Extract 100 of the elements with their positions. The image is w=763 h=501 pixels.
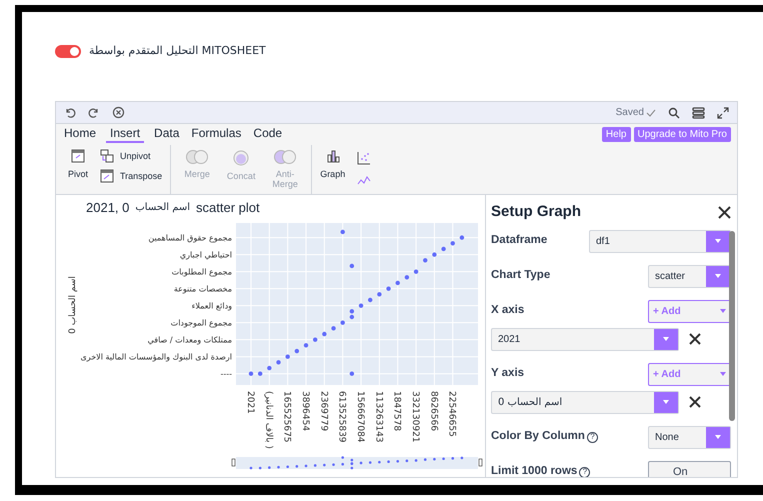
field-label: X axis	[491, 303, 524, 318]
data-point	[350, 372, 354, 376]
axis-tick-label: 332130921	[410, 391, 420, 443]
slider-handle	[232, 458, 236, 466]
axis-tick-label: مجموع المطلوبات	[172, 268, 232, 277]
data-point	[331, 326, 336, 331]
axis-tick-label: 22546655	[446, 391, 457, 437]
data-point	[387, 460, 390, 463]
concat-icon	[233, 149, 250, 167]
select-field[interactable]: 2021	[491, 328, 679, 350]
bar-chart-icon	[326, 149, 340, 163]
transpose-icon	[100, 169, 114, 183]
axis-tick-label: احتياطي اجباري	[180, 250, 232, 260]
data-point	[267, 366, 272, 370]
menu-tab[interactable]: Data	[152, 126, 182, 143]
toggle-switch[interactable]	[55, 44, 81, 58]
data-point	[304, 343, 308, 348]
data-point	[294, 348, 300, 354]
menu-icon[interactable]	[692, 106, 705, 118]
data-point	[414, 459, 418, 462]
data-point	[286, 465, 289, 468]
data-point	[341, 456, 344, 459]
field-label: Color By Column	[491, 429, 585, 444]
axis-tick-label: ممتلكات ومعدات / صافي	[148, 336, 232, 345]
data-point	[396, 460, 400, 463]
data-point	[332, 463, 335, 466]
data-point	[423, 258, 428, 262]
scrollbar[interactable]	[729, 231, 735, 421]
overview-plot-area[interactable]	[236, 457, 478, 469]
data-point	[350, 466, 354, 470]
axis-tick-label: ارصدة لدى البنوك والمؤسسات المالية الاخرى	[80, 352, 232, 362]
data-point	[360, 462, 362, 464]
app-title: التحليل المتقدم بواسطة MITOSHEET	[89, 42, 266, 59]
select-field[interactable]: df1	[589, 230, 731, 252]
data-point	[248, 372, 254, 376]
expand-icon[interactable]	[717, 106, 729, 118]
data-point	[442, 457, 445, 460]
data-point	[377, 292, 382, 297]
unpivot-icon	[100, 149, 114, 163]
scatter-chart-icon[interactable]	[357, 151, 372, 165]
caret-icon	[663, 337, 669, 341]
data-point	[350, 264, 354, 268]
caret-icon	[715, 274, 721, 278]
select-field[interactable]: scatter	[648, 264, 731, 288]
data-point	[304, 464, 308, 468]
axis-tick-label: ----	[220, 370, 232, 379]
transpose-button[interactable]: Transpose	[100, 169, 162, 183]
data-point	[404, 275, 410, 280]
data-point	[250, 466, 252, 470]
graph-button[interactable]: Graph	[320, 149, 346, 194]
axis-tick-label: 2369779	[318, 391, 328, 432]
remove-icon[interactable]	[689, 396, 701, 408]
data-point	[368, 461, 372, 464]
field-label: Y axis	[491, 366, 524, 382]
unpivot-button[interactable]: Unpivot	[100, 149, 162, 163]
anti-merge-icon	[273, 149, 298, 165]
data-point	[314, 464, 316, 467]
select-field[interactable]: On	[648, 460, 731, 477]
data-point	[368, 298, 372, 302]
data-point	[358, 303, 364, 308]
help-icon[interactable]: ?	[579, 466, 590, 477]
pivot-button[interactable]: Pivot	[64, 149, 92, 179]
select-field[interactable]: None	[648, 426, 731, 448]
help-icon[interactable]: ?	[586, 432, 598, 442]
clear-icon[interactable]	[112, 106, 125, 119]
menu-tab[interactable]: Insert	[106, 126, 144, 143]
panel-title: Setup Graph	[491, 202, 582, 222]
chart-title: scatter plot	[196, 199, 260, 217]
data-point	[296, 465, 298, 468]
undo-icon[interactable]	[64, 106, 76, 118]
data-point	[451, 457, 454, 460]
data-point	[441, 246, 446, 252]
data-point	[460, 456, 464, 460]
axis-tick-label: 8626566	[428, 391, 438, 432]
data-point	[268, 466, 271, 469]
close-icon[interactable]	[718, 206, 731, 219]
menu-tab[interactable]: Formulas	[189, 126, 244, 143]
axis-tick-label: 2021	[245, 391, 255, 414]
pivot-table-icon	[71, 149, 85, 163]
menu-tab[interactable]: Code	[251, 126, 284, 143]
axis-tick-label: 613525839	[336, 391, 347, 443]
remove-icon[interactable]	[689, 333, 701, 345]
data-point	[285, 354, 290, 359]
check-icon	[646, 108, 656, 118]
menu-tab[interactable]: Home	[62, 126, 98, 143]
data-point	[386, 286, 391, 291]
slider-handle	[478, 458, 482, 466]
caret-icon	[715, 435, 721, 439]
data-point	[277, 466, 280, 468]
data-point	[406, 460, 408, 462]
select-field[interactable]: اسم الحساب 0	[491, 390, 679, 414]
data-point	[432, 252, 437, 257]
data-point	[323, 464, 326, 466]
data-point	[276, 360, 281, 365]
caret-icon	[663, 400, 669, 404]
search-icon[interactable]	[668, 106, 680, 118]
axis-tick-label: 156667084	[355, 391, 366, 443]
redo-icon[interactable]	[88, 106, 100, 118]
caret-icon	[720, 309, 726, 313]
saved-status: Saved	[616, 106, 644, 120]
